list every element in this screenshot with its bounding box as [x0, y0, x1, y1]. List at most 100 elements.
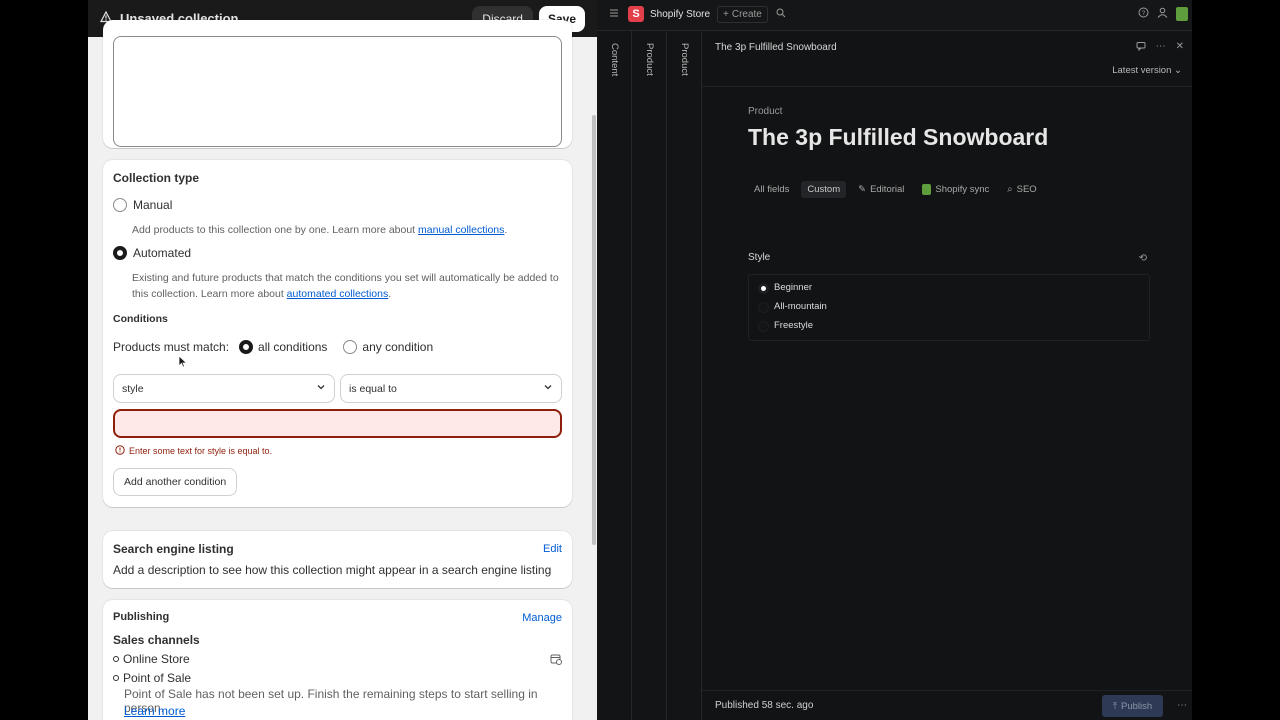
learn-more-link[interactable]: Learn more [124, 704, 185, 718]
condition-value-input[interactable] [113, 409, 562, 438]
condition-field-select[interactable]: style [113, 374, 335, 403]
tab-label: All fields [754, 184, 790, 195]
document-footer: Published 58 sec. ago ⤒ Publish ⋯ [702, 690, 1192, 720]
channel-label: Online Store [123, 652, 190, 666]
seo-edit-link[interactable]: Edit [543, 543, 562, 555]
seo-card: Search engine listing Edit Add a descrip… [103, 531, 572, 588]
create-label: Create [731, 9, 762, 20]
publish-label: Publish [1121, 700, 1153, 712]
comment-icon[interactable] [1136, 41, 1146, 54]
style-field-label: Style [748, 252, 771, 263]
help-icon[interactable]: ? [1138, 7, 1149, 21]
sync-icon[interactable]: ⟲ [1139, 253, 1147, 264]
edit-icon: ✎ [858, 184, 867, 195]
condition-error-text: Enter some text for style is equal to. [129, 446, 273, 456]
store-logo[interactable]: S [628, 6, 644, 22]
channel-item: Online Store [113, 652, 190, 666]
version-label: Latest version [1112, 65, 1172, 76]
automated-radio[interactable] [113, 246, 127, 260]
tab-label: Editorial [870, 184, 905, 195]
any-condition-radio[interactable] [343, 340, 358, 354]
shopify-bag-icon[interactable] [1176, 7, 1188, 21]
style-radio-beginner[interactable] [758, 283, 769, 294]
tab-label: Custom [807, 184, 841, 195]
scrollbar[interactable] [592, 115, 596, 545]
style-radio-freestyle[interactable] [758, 321, 769, 332]
pane-product-list[interactable]: Product [667, 31, 702, 720]
create-button[interactable]: + Create [717, 6, 768, 23]
publishing-manage-link[interactable]: Manage [522, 612, 562, 624]
manual-label: Manual [133, 198, 173, 212]
channel-label: Point of Sale [123, 671, 192, 685]
close-icon[interactable]: ✕ [1176, 41, 1184, 54]
tab-seo[interactable]: ⌕ SEO [1001, 181, 1042, 198]
manual-radio[interactable] [113, 198, 127, 212]
condition-operator-value: is equal to [349, 382, 397, 395]
shopify-admin-panel: Unsaved collection Discard Save Collecti… [88, 0, 597, 720]
style-option-label: Beginner [774, 282, 813, 293]
publishing-heading: Publishing [113, 611, 170, 623]
collection-type-card: Collection type Manual Add products to t… [103, 160, 572, 507]
more-icon[interactable]: ⋯ [1177, 700, 1187, 711]
search-icon[interactable] [776, 8, 786, 21]
style-option-label: All-mountain [774, 301, 827, 312]
publish-button[interactable]: ⤒ Publish [1102, 695, 1163, 717]
condition-operator-select[interactable]: is equal to [340, 374, 562, 403]
publishing-card: Publishing Manage Sales channels Online … [103, 600, 572, 720]
tab-label: SEO [1016, 184, 1037, 195]
plus-icon: + [723, 9, 729, 20]
tab-custom[interactable]: Custom [801, 181, 847, 198]
navbar-icons: ? [1138, 7, 1188, 21]
manual-option[interactable]: Manual [113, 198, 172, 212]
chevron-down-icon: ⌄ [1174, 65, 1182, 76]
condition-error: Enter some text for style is equal to. [115, 445, 272, 457]
automated-option[interactable]: Automated [113, 246, 191, 260]
tab-all-fields[interactable]: All fields [748, 181, 795, 198]
product-title: The 3p Fulfilled Snowboard [748, 124, 1049, 150]
style-radio-all-mountain[interactable] [758, 302, 769, 313]
document-title: The 3p Fulfilled Snowboard [715, 42, 837, 53]
collection-type-heading: Collection type [113, 171, 200, 185]
published-status: Published 58 sec. ago [715, 700, 814, 711]
document-pane: The 3p Fulfilled Snowboard ⋯ ✕ Latest ve… [702, 31, 1192, 720]
manual-help-text: Add products to this collection one by o… [132, 224, 419, 236]
sales-channels-heading: Sales channels [113, 633, 200, 647]
calendar-icon[interactable] [550, 652, 562, 670]
all-conditions-radio[interactable] [239, 340, 254, 354]
manual-help: Add products to this collection one by o… [132, 224, 508, 236]
document-type-label: Product [748, 106, 783, 117]
pane-label: Product [679, 43, 690, 76]
match-row: Products must match: all conditions any … [113, 340, 433, 354]
more-icon[interactable]: ⋯ [1156, 41, 1166, 54]
store-name[interactable]: Shopify Store [650, 9, 710, 20]
style-radio-group: Beginner All-mountain Freestyle [748, 274, 1150, 341]
any-condition-option[interactable]: any condition [343, 340, 433, 354]
add-another-condition-button[interactable]: Add another condition [113, 468, 238, 496]
version-select[interactable]: Latest version ⌄ [1112, 65, 1182, 76]
manual-collections-link[interactable]: manual collections [418, 224, 504, 236]
pane-content[interactable]: Content [597, 31, 632, 720]
pane-product[interactable]: Product [632, 31, 667, 720]
style-option-label: Freestyle [774, 320, 814, 331]
pane-label: Product [644, 43, 655, 76]
document-header-icons: ⋯ ✕ [1136, 41, 1184, 54]
seo-heading: Search engine listing [113, 542, 234, 556]
description-card [103, 20, 572, 148]
chevron-down-icon [316, 382, 326, 395]
svg-text:?: ? [1142, 10, 1146, 17]
all-conditions-option[interactable]: all conditions [239, 340, 327, 354]
automated-collections-link[interactable]: automated collections [287, 288, 389, 300]
menu-icon[interactable] [609, 8, 619, 21]
any-condition-label: any condition [362, 340, 434, 354]
channel-status-icon [113, 656, 119, 662]
pos-note: Point of Sale has not been set up. Finis… [124, 687, 538, 715]
user-icon[interactable] [1157, 7, 1168, 21]
tab-editorial[interactable]: ✎ Editorial [852, 181, 910, 198]
automated-help: Existing and future products that match … [132, 272, 559, 300]
automated-label: Automated [133, 246, 192, 260]
shopify-bag-icon [922, 184, 932, 195]
tab-shopify-sync[interactable]: Shopify sync [916, 181, 995, 198]
error-icon [115, 445, 125, 457]
studio-panel: S Shopify Store + Create ? Content Produc… [597, 0, 1192, 720]
description-editor[interactable] [113, 36, 562, 147]
